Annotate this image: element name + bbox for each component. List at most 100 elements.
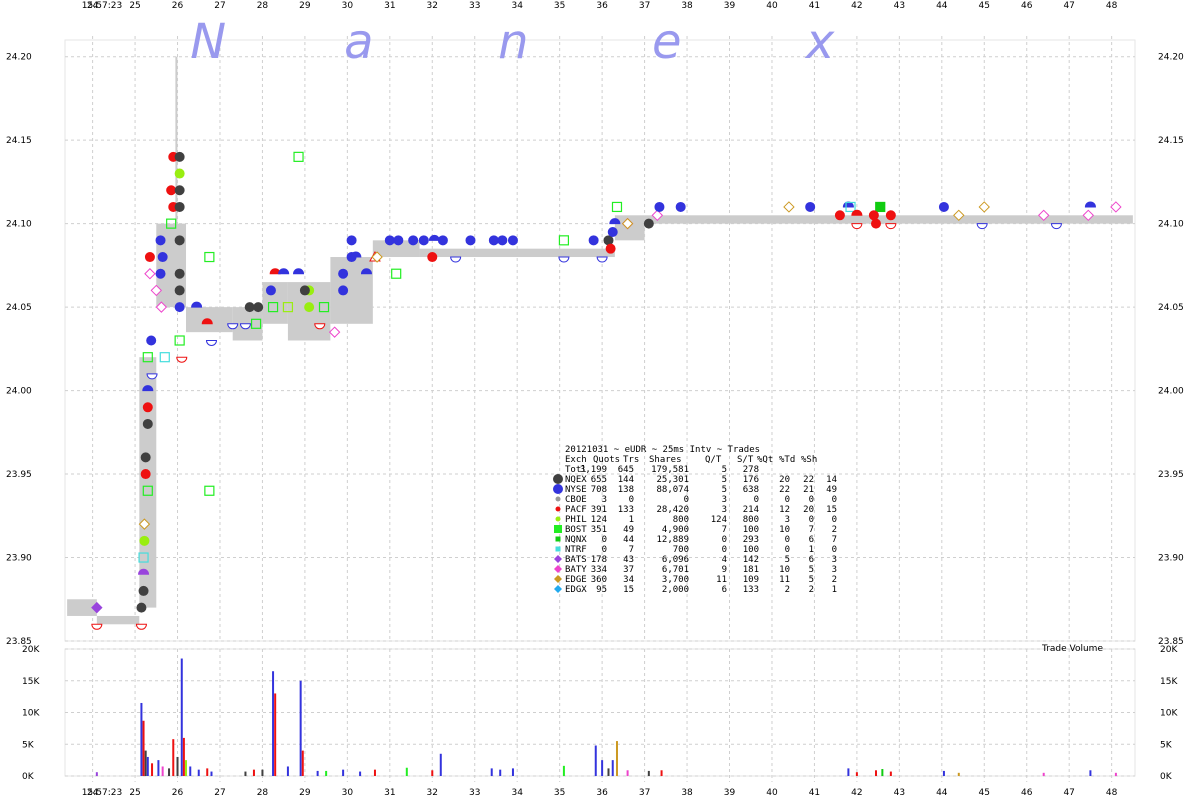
table-header-cell: %Td <box>779 455 795 465</box>
x-tick-label-bottom: 34 <box>511 788 523 798</box>
volume-bar <box>185 760 188 776</box>
table-value-cell: 9 <box>722 565 727 575</box>
volume-bar <box>144 750 147 776</box>
table-value-cell: 124 <box>591 515 607 525</box>
x-tick-label-bottom: 38 <box>681 788 693 798</box>
table-value-cell: 638 <box>743 485 759 495</box>
table-value-cell: 0 <box>754 495 759 505</box>
x-tick-label-top: 34 <box>511 1 523 11</box>
table-value-cell: 5 <box>809 565 814 575</box>
volume-bar <box>316 770 319 776</box>
table-value-cell: 5 <box>809 575 814 585</box>
trade-mark <box>146 335 157 346</box>
table-value-cell: 0 <box>832 515 837 525</box>
volume-bar <box>1114 772 1117 776</box>
table-value-cell: 25,301 <box>656 475 689 485</box>
volume-bar <box>855 772 858 776</box>
watermark-letter: N <box>190 14 226 70</box>
volume-bar <box>511 768 514 776</box>
table-exchange-cell: NTRF <box>565 545 587 555</box>
trade-mark <box>588 235 599 246</box>
table-exchange-cell: NQEX <box>565 475 587 485</box>
table-value-cell: 5 <box>722 485 727 495</box>
trade-mark <box>136 602 147 613</box>
volume-bar <box>189 766 192 776</box>
table-value-cell: 2 <box>832 575 837 585</box>
table-value-cell: 20 <box>779 475 790 485</box>
legend-marker <box>555 496 561 502</box>
legend-marker <box>553 474 563 484</box>
volume-bar <box>942 770 945 776</box>
watermark-letter: e <box>652 14 682 70</box>
x-tick-label-bottom: 46 <box>1021 788 1033 798</box>
x-tick-label-top: 43 <box>894 1 905 11</box>
trade-mark <box>138 585 149 596</box>
table-exchange-cell: NYSE <box>565 485 587 495</box>
volume-bar <box>274 693 277 776</box>
table-value-cell: 20 <box>803 505 814 515</box>
volume-tick-label-right: 0K <box>1160 772 1173 782</box>
volume-tick-label-left: 5K <box>22 740 35 750</box>
table-value-cell: 214 <box>743 505 759 515</box>
trade-mark <box>870 218 881 229</box>
table-value-cell: 293 <box>743 535 759 545</box>
x-tick-label-bottom: 43 <box>894 788 905 798</box>
table-exchange-cell: NQNX <box>565 535 587 545</box>
volume-bar <box>252 769 255 776</box>
volume-bar <box>499 769 502 776</box>
volume-bar <box>182 737 185 776</box>
table-value-cell: 0 <box>785 535 790 545</box>
table-value-cell: 179,581 <box>651 465 689 475</box>
table-value-cell: 1 <box>832 585 837 595</box>
volume-bar <box>261 769 264 776</box>
x-tick-label-bottom: 44 <box>936 788 948 798</box>
table-value-cell: 37 <box>623 565 634 575</box>
nbbo-band-segment <box>419 248 615 258</box>
table-value-cell: 11 <box>716 575 727 585</box>
x-tick-label-top: 38 <box>681 1 693 11</box>
table-value-cell: 0 <box>785 495 790 505</box>
table-header-cell: %Qt <box>757 455 773 465</box>
x-tick-label-top: 30 <box>342 1 354 11</box>
x-tick-label-top: 42 <box>851 1 862 11</box>
volume-tick-label-right: 5K <box>1160 740 1173 750</box>
volume-bar <box>405 767 408 776</box>
volume-bar <box>660 770 663 776</box>
table-value-cell: 6,096 <box>662 555 689 565</box>
trade-mark <box>174 268 185 279</box>
table-value-cell: 44 <box>623 535 634 545</box>
trade-mark <box>140 452 151 463</box>
volume-bar <box>95 772 98 776</box>
volume-bar <box>611 760 614 776</box>
trade-mark <box>174 185 185 196</box>
nbbo-band-segment <box>330 257 373 324</box>
volume-bar <box>439 753 442 776</box>
table-value-cell: 800 <box>673 515 689 525</box>
trade-mark <box>603 235 614 246</box>
table-value-cell: 178 <box>591 555 607 565</box>
time-label-bottom: 15:57:23 <box>82 788 122 798</box>
trade-mark <box>488 235 499 246</box>
table-exchange-cell: EDGE <box>565 575 587 585</box>
x-tick-label-bottom: 28 <box>257 788 269 798</box>
table-value-cell: 15 <box>623 585 634 595</box>
table-value-cell: 6 <box>809 555 814 565</box>
volume-tick-label-left: 0K <box>22 772 35 782</box>
volume-bar <box>197 769 200 776</box>
volume-bar <box>325 770 328 776</box>
trade-mark <box>139 535 150 546</box>
trade-mark <box>427 252 438 263</box>
table-value-cell: 5 <box>785 555 790 565</box>
volume-title: Trade Volume <box>1041 644 1103 654</box>
trade-mark <box>140 469 151 480</box>
trade-mark <box>174 168 185 179</box>
trade-mark <box>885 210 896 221</box>
volume-bar <box>146 756 149 776</box>
table-value-cell: 1 <box>809 545 814 555</box>
x-tick-label-bottom: 41 <box>809 788 820 798</box>
volume-bar <box>490 768 493 776</box>
legend-marker <box>555 516 561 522</box>
trade-mark <box>607 226 618 237</box>
trade-mark <box>299 285 310 296</box>
trade-mark <box>643 218 654 229</box>
